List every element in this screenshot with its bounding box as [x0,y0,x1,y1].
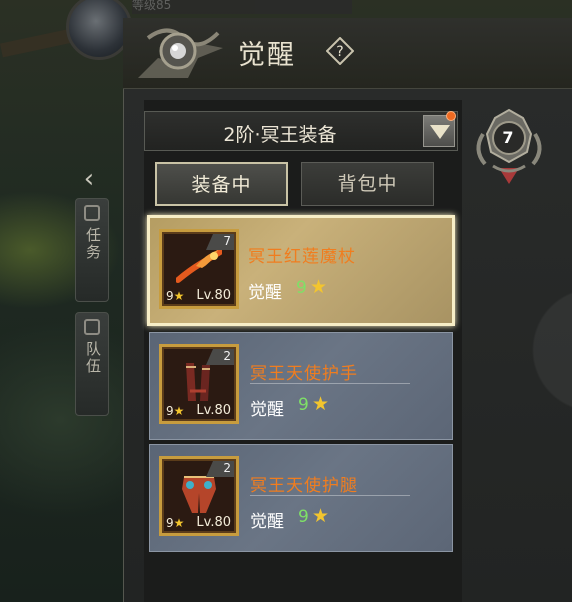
item-star-level: 9★ [166,289,184,303]
item-count: 7 [206,234,234,250]
triangle-down-icon [430,125,450,139]
item-star-level: 9★ [166,516,184,530]
item-name: 冥王红莲魔杖 [248,247,356,267]
item-card-gauntlet[interactable]: 2 9★ Lv.80 冥王天使护手 觉醒 9 ★ [149,332,453,440]
awaken-label: 觉醒 [250,512,284,532]
item-count: 2 [206,349,234,365]
item-name: 冥王天使护腿 [250,476,358,496]
item-star-value: 9 [166,289,174,303]
collapse-arrow-icon[interactable]: ‹ [76,162,102,196]
star-icon: ★ [173,516,185,530]
tab-in-bag[interactable]: 背包中 [301,162,434,206]
star-icon: ★ [173,289,185,303]
awaken-star-icon: ★ [310,276,328,298]
divider [250,495,410,496]
awaken-star-icon: ★ [312,393,330,415]
item-star-level: 9★ [166,404,184,418]
awaken-value: 9 [298,395,309,415]
awaken-value: 9 [296,278,307,298]
item-thumbnail: 2 9★ Lv.80 [159,456,239,536]
tab-equipped[interactable]: 装备中 [155,162,288,206]
dropdown-selected-text: 2阶·冥王装备 [223,124,337,146]
item-count: 2 [206,461,234,477]
staff-icon [176,249,222,283]
svg-text:?: ? [336,44,343,60]
item-level: Lv.80 [196,288,231,303]
item-star-value: 9 [166,404,174,418]
item-thumbnail: 2 9★ Lv.80 [159,344,239,424]
side-tab-quest[interactable]: 任务 [75,198,109,302]
awaken-star-icon: ★ [312,505,330,527]
side-tab-team[interactable]: 队伍 [75,312,109,416]
side-tab-team-label: 队伍 [84,341,102,375]
leggings-icon [182,476,216,513]
item-name: 冥王天使护手 [250,364,358,384]
star-icon: ★ [173,404,185,418]
item-star-value: 9 [166,516,174,530]
item-thumbnail: 7 9★ Lv.80 [159,229,239,309]
item-card-leggings[interactable]: 2 9★ Lv.80 冥王天使护腿 觉醒 9 ★ [149,444,453,552]
rank-badge-icon[interactable] [469,106,549,188]
player-status-bar: 等级85 [132,0,352,14]
item-card-staff[interactable]: 7 9★ Lv.80 冥王红莲魔杖 觉醒 9 ★ [147,215,455,326]
rank-value: 7 [502,128,514,147]
header-emblem-icon [138,28,223,78]
awaken-label: 觉醒 [248,283,282,303]
item-level: Lv.80 [196,403,231,418]
team-flag-icon [84,319,100,335]
side-tab-quest-label: 任务 [84,227,102,261]
quest-icon [84,205,100,221]
equipment-tier-dropdown[interactable]: 2阶·冥王装备 [144,111,458,151]
item-level: Lv.80 [196,515,231,530]
notification-dot [446,111,456,121]
gauntlet-icon [186,363,210,401]
awaken-label: 觉醒 [250,400,284,420]
divider [250,383,410,384]
panel-title: 觉醒 [238,40,296,71]
player-level-text: 等级85 [132,0,172,12]
awaken-value: 9 [298,507,309,527]
question-icon[interactable]: ? [326,37,354,65]
